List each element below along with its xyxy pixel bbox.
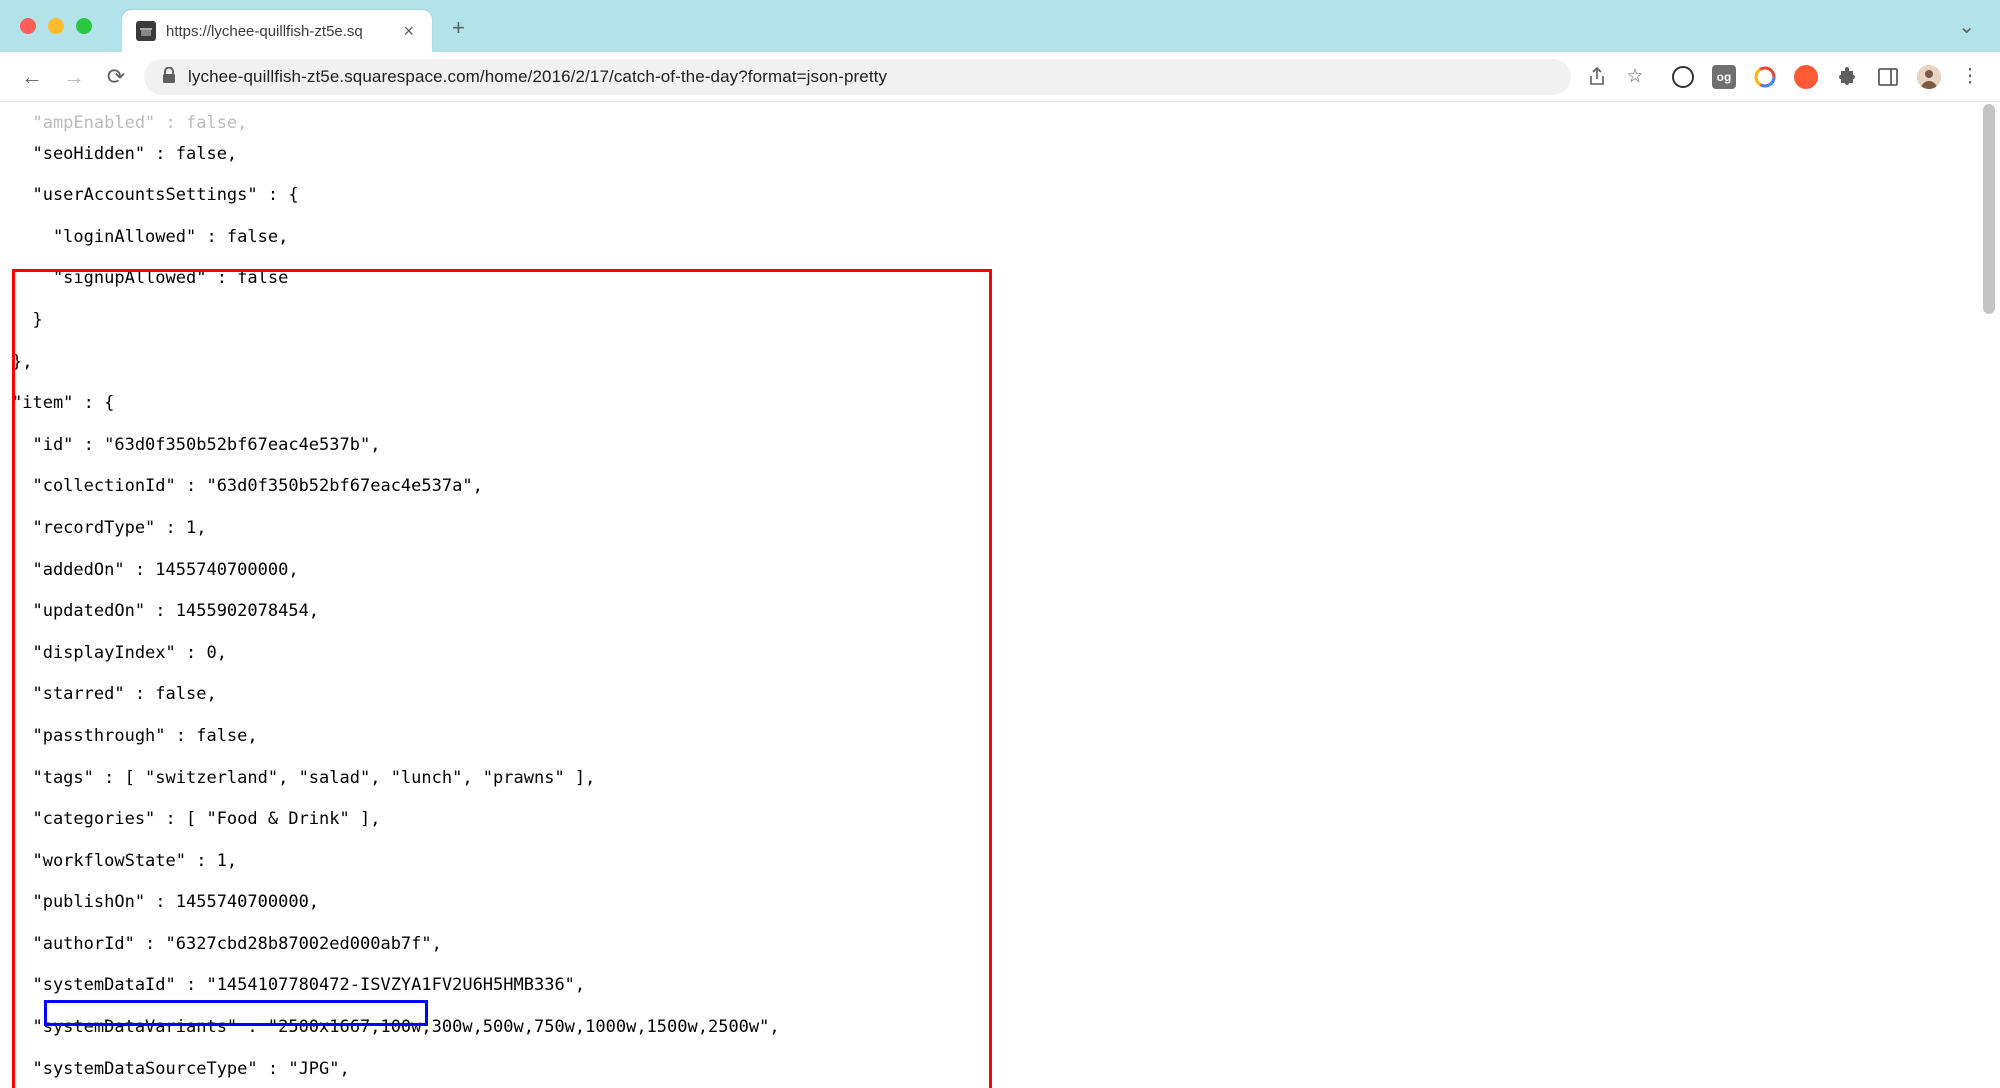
page-content: "ampEnabled" : false, "seoHidden" : fals… [0, 102, 2000, 1088]
code-line: } [12, 310, 1988, 331]
window-maximize-button[interactable] [76, 18, 92, 34]
new-tab-button[interactable]: + [452, 15, 465, 41]
code-line: "passthrough" : false, [12, 726, 1988, 747]
extension-red-circle-icon[interactable] [1794, 65, 1818, 89]
extension-og-icon[interactable]: og [1712, 65, 1736, 89]
extensions-puzzle-icon[interactable] [1835, 65, 1859, 89]
profile-avatar[interactable] [1917, 65, 1941, 89]
tab-close-button[interactable]: × [399, 21, 418, 42]
code-line: "starred" : false, [12, 684, 1988, 705]
code-line: "tags" : [ "switzerland", "salad", "lunc… [12, 768, 1988, 789]
code-line: "systemDataSourceType" : "JPG", [12, 1059, 1988, 1080]
window-minimize-button[interactable] [48, 18, 64, 34]
code-line: "loginAllowed" : false, [12, 227, 1988, 248]
address-bar[interactable]: lychee-quillfish-zt5e.squarespace.com/ho… [144, 59, 1571, 95]
reload-button[interactable]: ⟳ [102, 64, 130, 90]
code-line: }, [12, 352, 1988, 373]
code-line: "collectionId" : "63d0f350b52bf67eac4e53… [12, 476, 1988, 497]
code-line: "addedOn" : 1455740700000, [12, 560, 1988, 581]
code-line: "updatedOn" : 1455902078454, [12, 601, 1988, 622]
window-close-button[interactable] [20, 18, 36, 34]
browser-tab[interactable]: https://lychee-quillfish-zt5e.sq × [122, 10, 432, 52]
code-line: "id" : "63d0f350b52bf67eac4e537b", [12, 435, 1988, 456]
browser-toolbar: ← → ⟳ lychee-quillfish-zt5e.squarespace.… [0, 52, 2000, 102]
tab-title: https://lychee-quillfish-zt5e.sq [166, 23, 399, 40]
code-line: "categories" : [ "Food & Drink" ], [12, 809, 1988, 830]
extension-swirl-icon[interactable] [1753, 65, 1777, 89]
back-button[interactable]: ← [18, 64, 46, 90]
tabs-chevron-icon[interactable]: ⌄ [1958, 14, 1975, 39]
annotation-red-box [12, 269, 992, 1088]
scrollbar-thumb[interactable] [1983, 104, 1995, 314]
code-line: "displayIndex" : 0, [12, 643, 1988, 664]
code-line: "authorId" : "6327cbd28b87002ed000ab7f", [12, 934, 1988, 955]
favicon [136, 21, 156, 41]
code-line: "ampEnabled" : false, [12, 113, 247, 133]
code-line: "seoHidden" : false, [12, 144, 1988, 165]
url-text: lychee-quillfish-zt5e.squarespace.com/ho… [188, 67, 887, 87]
code-line: "workflowState" : 1, [12, 851, 1988, 872]
lock-icon [162, 67, 176, 87]
forward-button[interactable]: → [60, 64, 88, 90]
scrollbar-track[interactable] [1980, 104, 1998, 1088]
code-line: "userAccountsSettings" : { [12, 185, 1988, 206]
bookmark-star-icon[interactable]: ☆ [1623, 65, 1647, 89]
side-panel-icon[interactable] [1876, 65, 1900, 89]
code-line: "publishOn" : 1455740700000, [12, 892, 1988, 913]
code-line: "recordType" : 1, [12, 518, 1988, 539]
code-line: "systemDataId" : "1454107780472-ISVZYA1F… [12, 975, 1988, 996]
window-titlebar: https://lychee-quillfish-zt5e.sq × + ⌄ [0, 0, 2000, 52]
traffic-lights [20, 18, 92, 34]
code-line: "signupAllowed" : false [12, 268, 1988, 289]
code-line: "systemDataVariants" : "2500x1667,100w,3… [12, 1017, 1988, 1038]
code-line: "item" : { [12, 393, 1988, 414]
extension-circle-icon[interactable] [1671, 65, 1695, 89]
extension-icons: og ⋮ [1661, 65, 1982, 89]
menu-kebab-icon[interactable]: ⋮ [1958, 65, 1982, 89]
share-icon[interactable] [1585, 65, 1609, 89]
